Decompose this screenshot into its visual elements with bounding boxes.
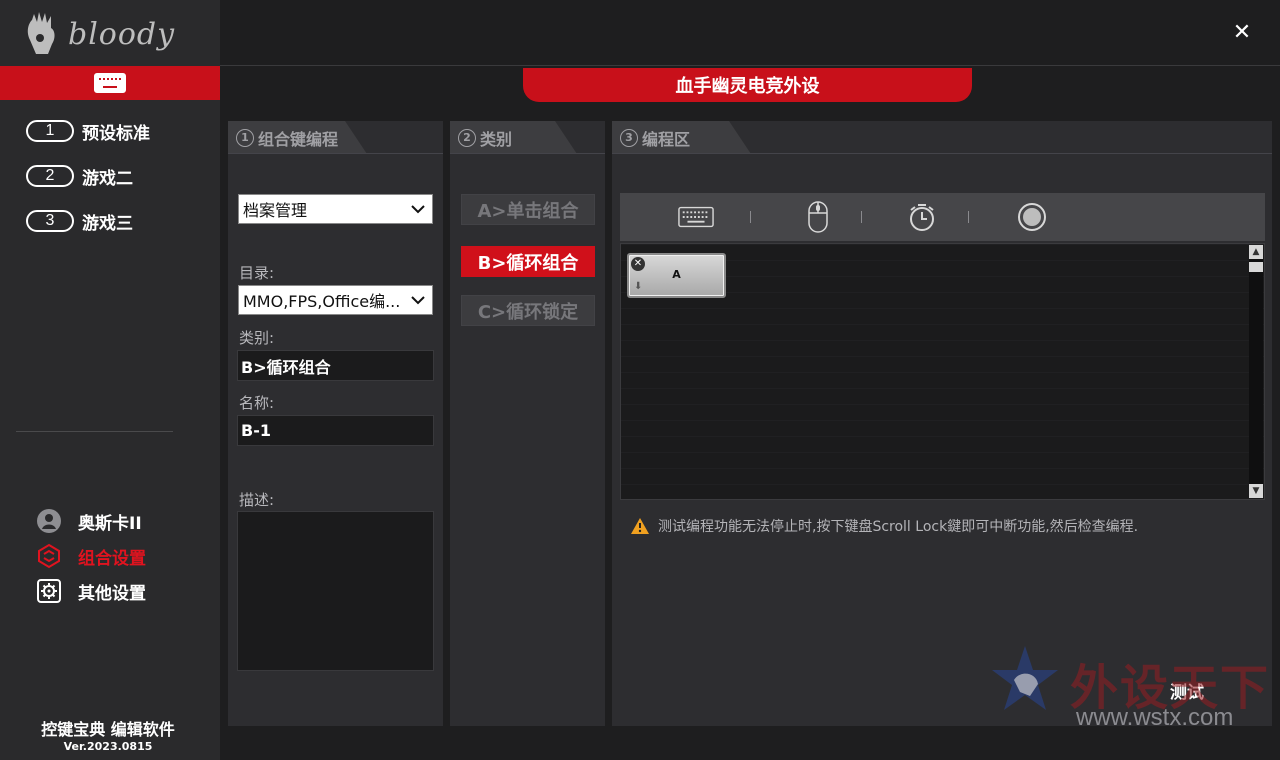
record-icon[interactable] — [1014, 201, 1050, 233]
macro-key-block[interactable]: ✕ A ⬇ — [627, 253, 726, 298]
key-label: A — [672, 268, 681, 281]
oscar-avatar-icon — [36, 508, 62, 534]
app-version: Ver.2023.0815 — [63, 740, 153, 753]
description-textarea[interactable] — [237, 511, 434, 671]
step-number: 1 — [236, 128, 254, 147]
warning-message: 测试编程功能无法停止时,按下键盘Scroll Lock鍵即可中断功能,然后检查编… — [630, 516, 1138, 536]
sidebar-item-oscar[interactable]: 奥斯卡II — [36, 507, 216, 535]
profile-number: 1 — [26, 120, 74, 142]
profile-2[interactable]: 2 游戏二 — [26, 163, 206, 189]
category-button-c[interactable]: C>循环锁定 — [461, 295, 595, 326]
gear-icon — [36, 578, 62, 604]
page-title: 血手幽灵电竞外设 — [523, 68, 972, 102]
profile-3[interactable]: 3 游戏三 — [26, 208, 206, 234]
key-down-icon: ⬇ — [634, 281, 643, 292]
panel-header-line — [228, 153, 443, 154]
chevron-down-icon — [410, 291, 426, 309]
sidebar-item-label: 组合设置 — [78, 548, 146, 569]
panel-header: 2 类别 — [450, 121, 577, 154]
test-button[interactable]: 测试 — [1157, 677, 1217, 703]
toolbar-divider — [750, 211, 751, 223]
programming-toolbar — [620, 193, 1265, 241]
keyboard-icon[interactable] — [678, 201, 714, 233]
programming-area-panel: 3 编程区 ✕ A ⬇ ▲ ▼ 测试编程功能无法停止时,按下键盘Scroll L… — [612, 121, 1272, 726]
directory-label: 目录: — [239, 264, 275, 282]
mouse-icon[interactable] — [800, 201, 836, 233]
panel-title: 编程区 — [642, 129, 691, 149]
sidebar-item-other-settings[interactable]: 其他设置 — [36, 577, 216, 605]
panel-header: 3 编程区 — [612, 121, 751, 154]
profile-label: 游戏三 — [82, 213, 133, 234]
description-label: 描述: — [239, 491, 275, 509]
name-field[interactable]: B-1 — [237, 415, 434, 446]
header-divider — [220, 65, 1280, 66]
bloody-logo: bloody — [22, 8, 202, 60]
sidebar-divider — [16, 431, 173, 432]
scroll-up-icon[interactable]: ▲ — [1249, 245, 1263, 259]
select-value: MMO,FPS,Office编... — [243, 292, 401, 311]
warning-icon — [631, 518, 649, 534]
combo-settings-icon — [36, 543, 62, 569]
step-number: 2 — [458, 128, 476, 147]
logo-text: bloody — [68, 16, 176, 52]
panel-title: 类别 — [480, 129, 513, 149]
scrollbar-thumb[interactable] — [1249, 262, 1263, 272]
step-number: 3 — [620, 128, 638, 147]
keyboard-icon — [94, 73, 126, 93]
category-button-b[interactable]: B>循环组合 — [461, 246, 595, 277]
panel-header-line — [450, 153, 605, 154]
sidebar: bloody 1 预设标准 2 游戏二 3 游戏三 奥斯卡II 组合设置 其他设… — [0, 0, 220, 760]
profile-1[interactable]: 1 预设标准 — [26, 118, 206, 144]
sidebar-item-combo-settings[interactable]: 组合设置 — [36, 542, 216, 570]
profile-number: 3 — [26, 210, 74, 232]
keyboard-mode-tab[interactable] — [0, 66, 220, 100]
profile-label: 游戏二 — [82, 168, 133, 189]
toolbar-divider — [861, 211, 862, 223]
warning-text: 测试编程功能无法停止时,按下键盘Scroll Lock鍵即可中断功能,然后检查编… — [658, 519, 1139, 535]
panel-header-line — [612, 153, 1272, 154]
category-button-a[interactable]: A>单击组合 — [461, 194, 595, 225]
category-label: 类别: — [239, 329, 275, 347]
profile-number: 2 — [26, 165, 74, 187]
select-value: 档案管理 — [243, 201, 308, 220]
scrollbar[interactable]: ▲ ▼ — [1249, 245, 1263, 498]
panel-header: 1 组合键编程 — [228, 121, 367, 154]
macro-edit-area[interactable]: ✕ A ⬇ ▲ ▼ — [620, 243, 1265, 500]
name-label: 名称: — [239, 394, 275, 412]
category-field: B>循环组合 — [237, 350, 434, 381]
hand-logo-icon — [27, 12, 55, 54]
timer-icon[interactable] — [904, 201, 940, 233]
combo-programming-panel: 1 组合键编程 档案管理 目录: MMO,FPS,Office编... 类别: … — [228, 121, 443, 726]
sidebar-item-label: 奥斯卡II — [78, 513, 142, 534]
category-panel: 2 类别 A>单击组合 B>循环组合 C>循环锁定 — [450, 121, 605, 726]
close-button[interactable]: ✕ — [1230, 22, 1254, 44]
panel-title: 组合键编程 — [258, 129, 339, 149]
toolbar-divider — [968, 211, 969, 223]
app-name: 控键宝典 编辑软件 — [41, 720, 175, 739]
sidebar-item-label: 其他设置 — [78, 583, 146, 604]
scroll-down-icon[interactable]: ▼ — [1249, 484, 1263, 498]
chevron-down-icon — [410, 200, 426, 218]
profile-manage-select[interactable]: 档案管理 — [238, 194, 433, 224]
directory-select[interactable]: MMO,FPS,Office编... — [238, 285, 433, 315]
profile-label: 预设标准 — [82, 123, 150, 144]
